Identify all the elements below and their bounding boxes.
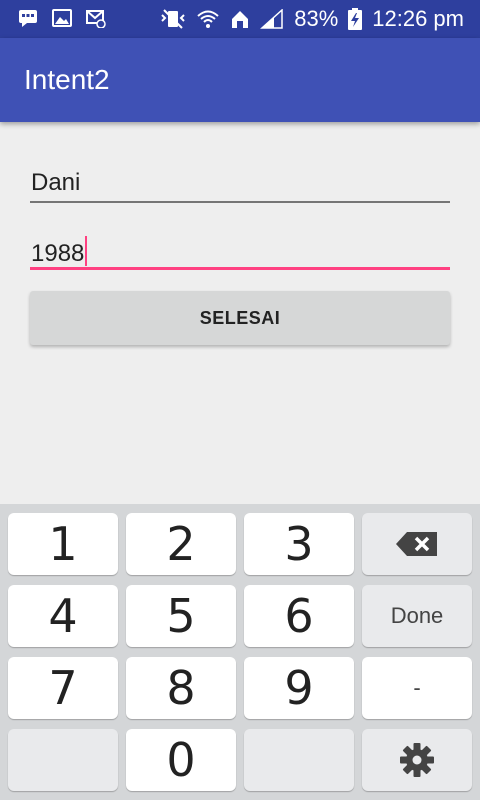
key-7[interactable]: 7: [8, 657, 118, 719]
year-field-value: 1988: [31, 236, 88, 268]
wifi-icon: [197, 10, 219, 28]
key-3[interactable]: 3: [244, 513, 354, 575]
key-5[interactable]: 5: [126, 585, 236, 647]
name-field-value: Dani: [31, 169, 81, 196]
key-6[interactable]: 6: [244, 585, 354, 647]
blank-key-left: [8, 729, 118, 791]
clock: 12:26 pm: [372, 6, 464, 31]
keyboard-settings-key[interactable]: [362, 729, 472, 791]
app-title: Intent2: [24, 64, 110, 95]
year-field[interactable]: 1988: [30, 222, 450, 270]
backspace-key[interactable]: [362, 513, 472, 575]
key-1[interactable]: 1: [8, 513, 118, 575]
done-key[interactable]: Done: [362, 585, 472, 647]
backspace-icon: [396, 532, 437, 556]
gear-icon: [400, 743, 434, 777]
blank-key-right: [244, 729, 354, 791]
name-field-underline: [30, 201, 450, 203]
key-2[interactable]: 2: [126, 513, 236, 575]
app-bar: Intent2: [0, 38, 480, 122]
key-9[interactable]: 9: [244, 657, 354, 719]
status-indicators: 83% 12:26 pm: [160, 0, 464, 38]
battery-charging-icon: [348, 8, 363, 30]
text-cursor: [85, 236, 88, 266]
status-bar: 83% 12:26 pm: [0, 0, 480, 38]
message-notification-icon: [19, 10, 37, 27]
key-8[interactable]: 8: [126, 657, 236, 719]
gallery-notification-icon: [52, 9, 72, 27]
notification-icons: [18, 8, 106, 28]
signal-icon: [260, 9, 283, 29]
home-network-icon: [232, 11, 249, 28]
name-field[interactable]: Dani: [30, 155, 450, 203]
minus-key[interactable]: -: [362, 657, 472, 719]
battery-percent: 83%: [294, 6, 339, 31]
key-0[interactable]: 0: [126, 729, 236, 791]
year-field-underline: [30, 267, 450, 270]
vibrate-icon: [161, 9, 185, 29]
submit-button[interactable]: SELESAI: [30, 291, 450, 345]
email-notification-icon: [86, 10, 106, 28]
key-4[interactable]: 4: [8, 585, 118, 647]
numeric-keyboard: 1 2 3 4 5 6 Done 7 8 9 - 0: [0, 504, 480, 800]
